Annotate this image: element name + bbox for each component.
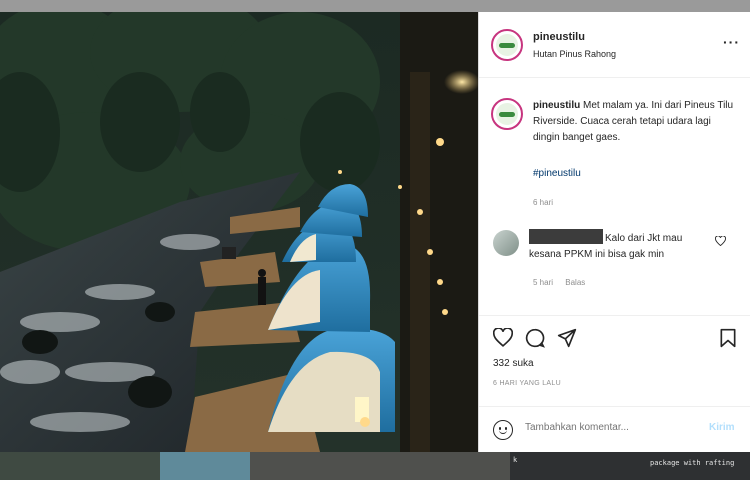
caption-age: 6 hari	[533, 198, 554, 207]
like-count[interactable]: 332 suka	[493, 358, 534, 369]
add-comment-bar: Kirim	[479, 406, 750, 452]
post-header: pineustilu Hutan Pinus Rahong ···	[479, 12, 750, 78]
redacted-username	[529, 229, 603, 244]
send-icon[interactable]	[557, 328, 577, 353]
thumbnail[interactable]	[160, 452, 250, 480]
thumbnail-caption: package with rafting	[650, 459, 735, 467]
instagram-post-screenshot: pineustilu Hutan Pinus Rahong ··· pineus…	[0, 0, 750, 480]
smiley-icon[interactable]	[493, 420, 513, 440]
riverside-camp-photo	[0, 12, 478, 452]
comment-meta-row: 5 hari Balas	[533, 278, 595, 287]
thumbnail-caption: k	[513, 456, 518, 464]
profile-avatar[interactable]	[491, 29, 523, 61]
commenter-avatar[interactable]	[493, 230, 519, 256]
comment-icon[interactable]	[525, 328, 545, 353]
header-username[interactable]: pineustilu	[533, 31, 585, 43]
profile-logo-icon	[496, 34, 518, 56]
post-date: 6 HARI YANG LALU	[493, 380, 561, 387]
comment-like-icon[interactable]	[715, 235, 726, 249]
thumbnail[interactable]	[250, 452, 510, 480]
related-thumbnails-strip: k package with rafting	[0, 452, 750, 480]
comment-age: 5 hari	[533, 278, 554, 287]
post-photo[interactable]	[0, 12, 478, 452]
comment-input[interactable]	[525, 422, 685, 433]
heart-icon[interactable]	[492, 327, 514, 352]
reply-button[interactable]: Balas	[565, 278, 585, 287]
top-bar	[0, 0, 750, 12]
caption-username[interactable]: pineustilu	[533, 100, 580, 111]
post-side-panel: pineustilu Hutan Pinus Rahong ··· pineus…	[478, 12, 750, 452]
hashtag-link[interactable]: #pineustilu	[533, 168, 581, 179]
more-options-icon[interactable]: ···	[723, 34, 740, 50]
post-caption: pineustilu Met malam ya. Ini dari Pineus…	[533, 98, 739, 146]
profile-logo-icon	[496, 103, 518, 125]
caption-avatar[interactable]	[491, 98, 523, 130]
thumbnail[interactable]	[0, 452, 160, 480]
post-comment-button[interactable]: Kirim	[709, 422, 735, 433]
header-location[interactable]: Hutan Pinus Rahong	[533, 49, 616, 59]
bookmark-icon[interactable]	[719, 328, 737, 353]
